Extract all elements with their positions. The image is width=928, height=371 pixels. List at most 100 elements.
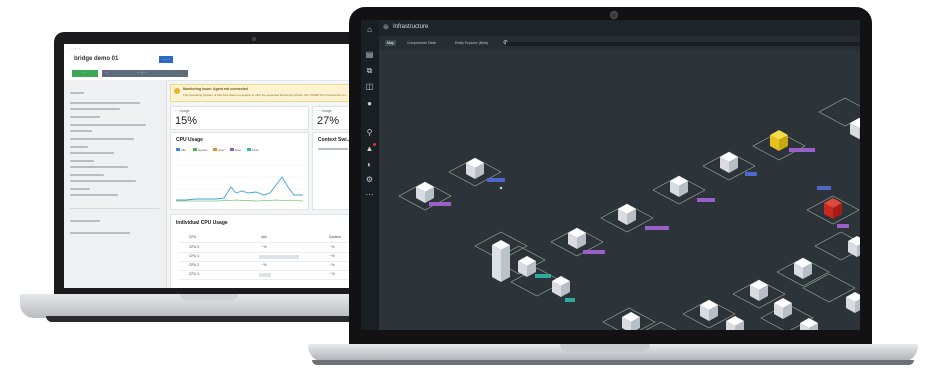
sidebar-item[interactable] (70, 194, 118, 196)
sidebar-item[interactable] (70, 220, 100, 222)
host-node[interactable] (848, 236, 860, 257)
breadcrumb[interactable]: ··· / ··· (70, 46, 81, 51)
sidebar-item[interactable] (70, 232, 130, 234)
host-node[interactable] (774, 298, 792, 319)
tab-entity-explorer[interactable]: Entity Explorer (Beta) (455, 41, 488, 45)
infrastructure-title-icon: ⊛ (383, 24, 389, 31)
map-cursor (499, 186, 503, 190)
page-title: bridge demo 01 (74, 56, 119, 62)
top-bar: ⊛ Infrastructure (379, 20, 860, 37)
page-title: Infrastructure (393, 24, 429, 30)
table-cell: CPU 3 (189, 272, 200, 276)
tab-map[interactable]: Map (385, 40, 396, 46)
infrastructure-map[interactable] (379, 50, 860, 330)
usage-meter (259, 255, 299, 259)
left-nav-rail: ⌂ ▤ ⧉ ◫ ● ⚲ ▲ ◐ ⚙ ⋯ (361, 20, 379, 330)
warning-node[interactable] (770, 130, 788, 151)
settings-icon[interactable]: ⚙ (365, 175, 374, 184)
sidebar-item[interactable] (70, 180, 136, 182)
sidebar-item[interactable] (70, 174, 104, 176)
back-laptop-camera (252, 37, 256, 41)
more-icon[interactable]: ⋯ (365, 190, 374, 199)
tertiary-action-button[interactable]: ··· / ··· (134, 70, 188, 77)
table-cell: ··% (329, 263, 335, 267)
front-laptop-screen: ⌂ ▤ ⧉ ◫ ● ⚲ ▲ ◐ ⚙ ⋯ ⊛ Infrastructure Map… (361, 20, 860, 330)
warning-icon (174, 88, 180, 94)
node-label[interactable] (535, 274, 551, 278)
sidebar-item[interactable] (70, 116, 100, 118)
sidebar-item[interactable] (70, 130, 92, 132)
host-tower[interactable] (492, 240, 510, 282)
dashboard-header: ··· / ··· bridge demo 01 ······ ··· ··· … (64, 44, 390, 81)
legend-label: Nice (235, 148, 242, 152)
legend-label: Total (252, 148, 259, 152)
node-label[interactable] (583, 250, 605, 254)
node-label[interactable] (645, 226, 669, 230)
node-label[interactable] (697, 198, 715, 202)
cpu-usage-sparkline (176, 164, 303, 202)
metric-card-value: 27% (317, 115, 340, 127)
sidebar-item[interactable] (70, 152, 114, 154)
sidebar-item[interactable] (70, 124, 146, 126)
legend-label: Idle (181, 148, 186, 152)
front-laptop-foot (312, 360, 914, 365)
column-header[interactable]: System (329, 235, 341, 239)
context-legend (318, 148, 348, 150)
table-cell: CPU 0 (189, 245, 200, 249)
lock-icon[interactable]: ◫ (365, 82, 374, 91)
infrastructure-icon[interactable]: ● (365, 99, 374, 108)
back-laptop-notch (180, 294, 238, 300)
column-header[interactable]: Idle (261, 235, 267, 239)
node-label[interactable] (429, 202, 451, 206)
sidebar-item[interactable] (70, 102, 140, 104)
host-node[interactable] (518, 256, 536, 277)
host-node[interactable] (850, 118, 860, 139)
secondary-action-button[interactable]: ··· (102, 70, 134, 77)
legend-swatch (247, 148, 251, 151)
sidebar-item[interactable] (70, 166, 128, 168)
left-sidebar (64, 80, 167, 288)
table-cell: ··% (261, 245, 267, 249)
sidebar-item[interactable] (70, 188, 90, 190)
legend-swatch (176, 148, 180, 151)
sidebar-item[interactable] (70, 138, 134, 140)
host-node[interactable] (800, 318, 818, 330)
host-node[interactable] (846, 292, 860, 313)
home-icon[interactable]: ⌂ (365, 25, 374, 34)
node-label[interactable] (487, 178, 505, 182)
node-label[interactable] (745, 172, 757, 176)
sidebar-item[interactable] (70, 108, 120, 110)
node-label[interactable] (837, 224, 849, 228)
usage-meter (259, 273, 271, 277)
front-laptop-notch (560, 344, 650, 352)
table-cell: ··% (329, 254, 335, 258)
tab-components-table[interactable]: Components Table (407, 41, 436, 45)
legend-swatch (230, 148, 234, 151)
metric-card: ··· Usage 15% (170, 106, 309, 130)
host-node[interactable] (622, 312, 640, 330)
table-cell: ··% (261, 263, 267, 267)
host-node[interactable] (726, 316, 744, 330)
table-row[interactable]: CPU 3 ··% (179, 270, 349, 280)
table-cell: ··% (329, 245, 335, 249)
sidebar-item[interactable] (70, 160, 94, 162)
legend-swatch (213, 148, 217, 151)
network-icon[interactable]: ⧉ (365, 66, 374, 75)
back-laptop-screen: ··· / ··· bridge demo 01 ······ ··· ··· … (64, 44, 390, 288)
legend-swatch (193, 148, 197, 151)
node-label[interactable] (817, 186, 831, 190)
host-node[interactable] (552, 276, 570, 297)
node-label[interactable] (789, 148, 815, 152)
table-header-row: CPU Idle System (179, 233, 349, 243)
node-label[interactable] (565, 298, 575, 302)
column-header[interactable]: CPU (189, 235, 196, 239)
sidebar-item[interactable] (70, 92, 84, 94)
search-icon[interactable]: ⚲ (365, 128, 374, 137)
critical-node[interactable] (824, 198, 842, 219)
title-tag[interactable]: ······ (159, 56, 173, 63)
primary-action-button[interactable]: ··· (72, 70, 98, 77)
sidebar-item[interactable] (70, 146, 88, 148)
document-icon[interactable]: ▤ (365, 50, 374, 59)
user-icon[interactable]: ◐ (365, 160, 374, 169)
cpu-usage-card: CPU Usage Idle System User Nice Total (170, 132, 309, 210)
